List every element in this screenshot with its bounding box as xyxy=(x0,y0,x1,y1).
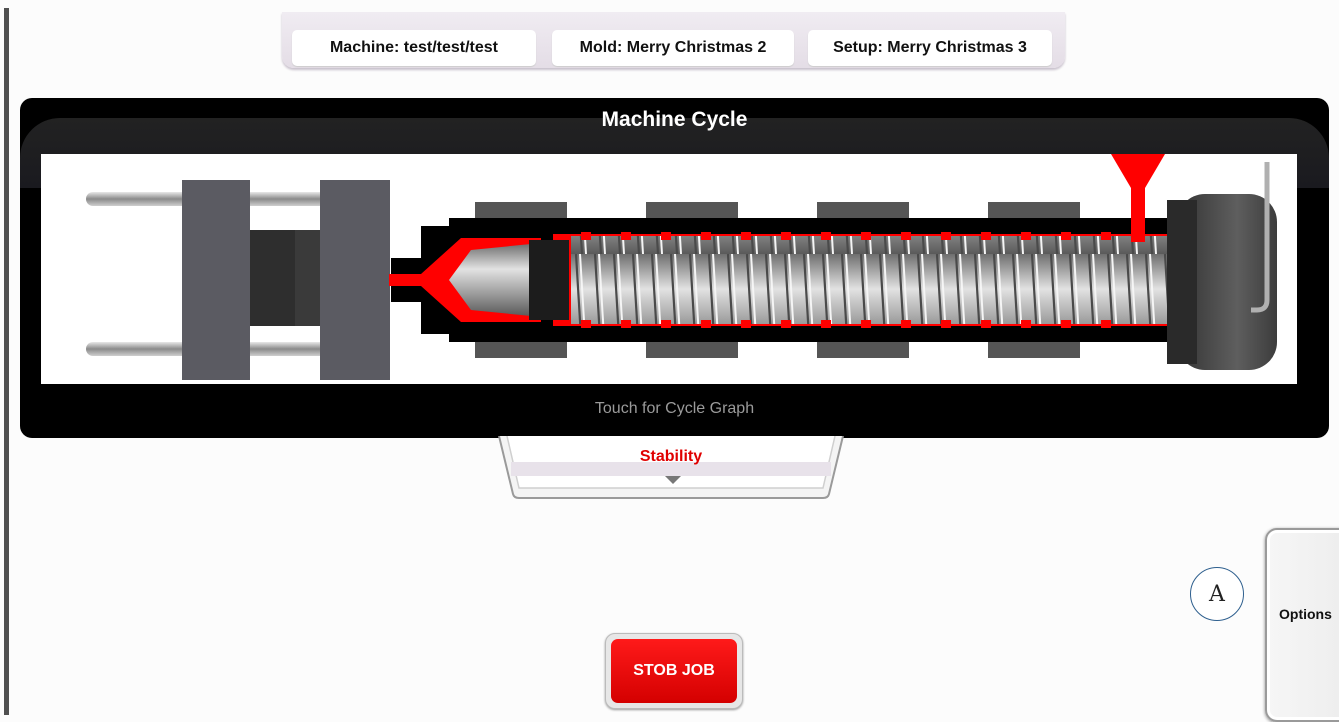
setup-info[interactable]: Setup: Merry Christmas 3 xyxy=(808,30,1052,66)
stop-job-button[interactable]: STOB JOB xyxy=(605,633,743,709)
cycle-graph-hint[interactable]: Touch for Cycle Graph xyxy=(20,400,1329,418)
drawer-frame xyxy=(498,435,844,499)
panel-title: Machine Cycle xyxy=(601,108,748,131)
mold-info[interactable]: Mold: Merry Christmas 2 xyxy=(552,30,794,66)
injection-molding-machine-icon xyxy=(86,154,1277,380)
stability-label: Stability xyxy=(639,448,703,465)
stability-drawer-tab[interactable]: Stability xyxy=(497,435,845,500)
chevron-down-icon[interactable] xyxy=(665,476,681,486)
stop-job-label: STOB JOB xyxy=(611,639,737,703)
annotation-marker-a: A xyxy=(1190,567,1244,621)
machine-graphic-area[interactable] xyxy=(41,154,1297,384)
machine-info[interactable]: Machine: test/test/test xyxy=(292,30,536,66)
options-label: Options xyxy=(1279,606,1332,622)
left-edge-rule xyxy=(4,8,9,715)
job-info-bar: Machine: test/test/test Mold: Merry Chri… xyxy=(282,12,1065,68)
options-button[interactable]: Options xyxy=(1265,528,1339,722)
